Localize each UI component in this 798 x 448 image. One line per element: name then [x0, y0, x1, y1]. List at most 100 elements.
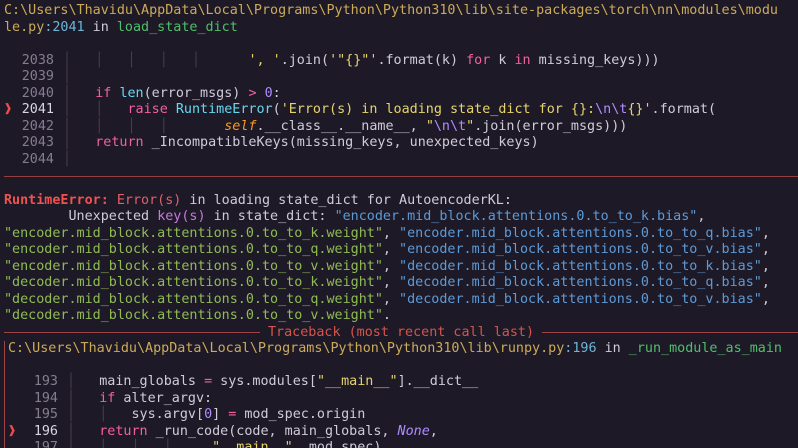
file-path-line: C:\Users\Thavidu\AppData\Local\Programs\… — [4, 3, 798, 20]
token-plain: .format(k) — [377, 52, 467, 68]
token-kw: in — [514, 52, 531, 68]
marker-gutter — [8, 407, 24, 424]
code-text: │ — [63, 69, 71, 86]
code-text: │ │ │ │ self.__class__.__name__, "\n\t".… — [63, 119, 627, 136]
token-str: 'Error(s) in loading state_dict for {}: — [280, 102, 596, 117]
token-keyg: "encoder.mid_block.attentions.0.to_to_q.… — [4, 242, 383, 257]
token-keyb: "decoder.mid_block.attentions.0.to_to_v.… — [399, 291, 762, 307]
line-number: 193 — [33, 374, 58, 389]
token-plain: missing_keys))) — [530, 52, 660, 68]
traceback-frame-1-bottom-border — [4, 176, 798, 193]
token-plain: ] — [212, 407, 229, 422]
token-plain: , — [382, 291, 400, 307]
token-lnk: :196 — [564, 341, 597, 356]
token-plain: , mod_spec) — [292, 440, 382, 448]
marker-gutter — [4, 152, 20, 169]
token-plain: , — [697, 209, 706, 224]
code-text: │ if len(error_msgs) > 0: — [63, 86, 281, 103]
message-line: "decoder.mid_block.attentions.0.to_to_q.… — [4, 292, 798, 309]
token-plain: .join(error_msgs))) — [474, 118, 628, 134]
token-guide: │ │ │ │ │ — [63, 52, 249, 68]
line-number: 195 — [33, 407, 58, 422]
token-str: "__main__" — [316, 374, 398, 389]
token-kw: = — [204, 374, 213, 389]
message-line: "decoder.mid_block.attentions.0.to_to_v.… — [4, 308, 798, 325]
token-plain: , — [382, 242, 400, 257]
token-plain: mod_spec.origin — [236, 407, 366, 422]
code-line: 2038 │ │ │ │ │ ', '.join('"{}"'.format(k)… — [4, 53, 798, 70]
border-line — [542, 332, 798, 334]
code-line: ❱ 196 │ return _run_code(code, main_global… — [8, 424, 798, 441]
traceback-2-top-border: Traceback (most recent call last) — [4, 325, 798, 342]
code-line: 195 │ │ sys.argv[0] = mod_spec.origin — [8, 407, 798, 424]
token-str: ', ' — [248, 52, 281, 68]
token-keyb: "encoder.mid_block.attentions.0.to_to_q.… — [399, 225, 762, 241]
code-line: 2044 │ — [4, 152, 798, 169]
line-number: 2042 — [21, 118, 54, 134]
message-line: RuntimeError: Error(s) in loading state_… — [4, 193, 798, 210]
token-esc: \n\t — [595, 102, 628, 117]
token-plain: k — [490, 52, 515, 68]
code-line: ❱ 2041 │ │ raise RuntimeError('Error(s) in… — [4, 102, 798, 119]
code-text: │ main_globals = sys.modules["__main__"]… — [67, 374, 478, 391]
token-lnk: :2041 — [44, 19, 85, 35]
marker-gutter — [8, 391, 24, 408]
token-plain: , — [429, 423, 438, 439]
code-text: │ │ │ │ "__main__", mod_spec) — [67, 440, 381, 448]
token-plain: , — [761, 275, 770, 290]
token-plain: main_globals — [99, 374, 205, 389]
code-line: 2042 │ │ │ │ self.__class__.__name__, "\n… — [4, 119, 798, 136]
token-str: " — [466, 118, 475, 134]
token-keyb: "encoder.mid_block.attentions.0.to_to_k.… — [334, 209, 698, 224]
marker-gutter — [4, 135, 20, 152]
token-plain: _IncompatibleKeys(missing_keys, unexpect… — [143, 135, 539, 150]
token-num: 0 — [264, 85, 273, 101]
message-line: "encoder.mid_block.attentions.0.to_to_v.… — [4, 259, 798, 276]
terminal[interactable]: C:\Users\Thavidu\AppData\Local\Programs\… — [4, 3, 798, 448]
code-text: │ │ sys.argv[0] = mod_spec.origin — [67, 407, 365, 424]
token-plain: , — [761, 242, 770, 257]
token-guide: │ │ │ │ — [67, 440, 213, 448]
line-number: 2043 — [21, 135, 54, 150]
border-line — [4, 176, 798, 177]
token-plain: in state_dict: — [205, 209, 335, 224]
token-guide: │ — [63, 151, 72, 167]
line-number: 2040 — [21, 85, 54, 101]
token-guide: │ — [67, 390, 100, 406]
marker-gutter — [4, 119, 20, 136]
token-plain: alter_argv: — [115, 390, 213, 406]
token-builtin: len — [119, 85, 144, 101]
token-plain: ( — [272, 102, 281, 117]
traceback-title: Traceback (most recent call last) — [267, 325, 535, 341]
token-str: " — [425, 118, 434, 134]
token-plain: , — [761, 291, 770, 307]
message-line: Unexpected key(s) in state_dict: "encode… — [4, 209, 798, 226]
token-path: C:\Users\Thavidu\AppData\Local\Programs\… — [4, 3, 778, 18]
token-keyb: "decoder.mid_block.attentions.0.to_to_k.… — [399, 258, 762, 274]
token-func: _run_module_as_main — [628, 341, 782, 356]
token-errcall: Error(s) — [116, 192, 182, 208]
token-guide: │ — [63, 69, 72, 84]
token-call: key(s) — [157, 209, 206, 224]
marker-gutter — [4, 69, 20, 86]
token-kw: return — [95, 135, 144, 150]
marker-gutter — [4, 86, 20, 103]
line-number: 2039 — [21, 69, 54, 84]
marker-gutter — [8, 440, 24, 448]
token-guide: │ — [63, 135, 96, 150]
message-line: "decoder.mid_block.attentions.0.to_to_k.… — [4, 275, 798, 292]
token-keyg: "decoder.mid_block.attentions.0.to_to_q.… — [4, 291, 383, 307]
token-keyb: "encoder.mid_block.attentions.0.to_to_v.… — [399, 242, 762, 257]
border-line — [4, 332, 260, 334]
line-number: 2044 — [21, 151, 54, 167]
code-text: │ │ │ │ │ ', '.join('"{}"'.format(k) for… — [63, 53, 660, 70]
token-guide: │ — [67, 423, 100, 439]
token-path: C:\Users\Thavidu\AppData\Local\Programs\… — [8, 341, 565, 356]
token-keyg: "encoder.mid_block.attentions.0.to_to_k.… — [4, 225, 383, 241]
code-line: 193 │ main_globals = sys.modules["__main_… — [8, 374, 798, 391]
message-line: "encoder.mid_block.attentions.0.to_to_k.… — [4, 226, 798, 243]
token-kw: if — [95, 85, 120, 101]
